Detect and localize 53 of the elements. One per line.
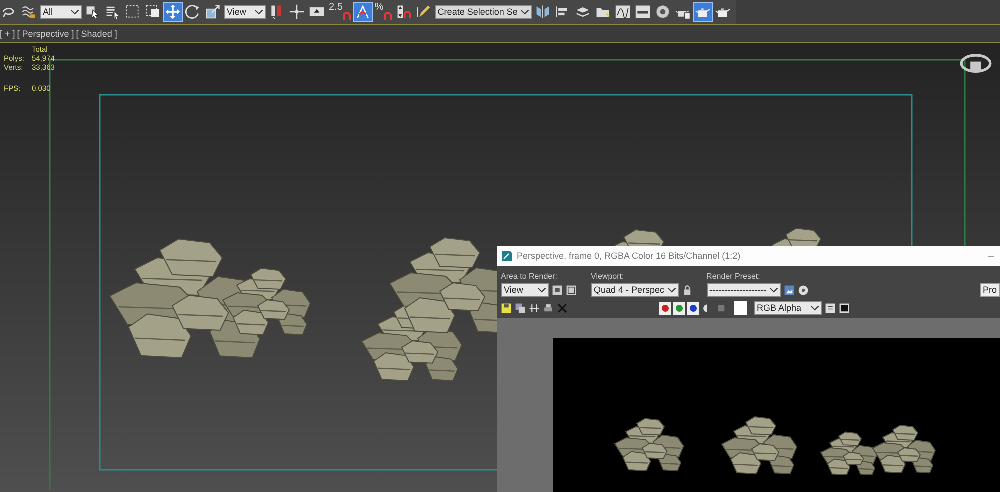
snap-toggle[interactable]: 2.5 [328,2,352,22]
copy-icon[interactable] [515,302,526,314]
curve-icon[interactable] [614,3,632,21]
display-dropdown[interactable]: RGB Alpha [754,301,822,315]
field-label: Area to Render: [501,272,558,281]
selection-set-dropdown[interactable]: Create Selection Se [434,5,532,19]
field-label: Render Preset: [706,272,762,281]
channel-toggle[interactable] [673,302,685,314]
viewport-menu-label[interactable]: [ Perspective ] [17,28,74,38]
viewport-menu-label[interactable]: [ Shaded ] [76,28,118,38]
rotate-icon[interactable] [184,3,202,21]
window-icon[interactable] [634,3,652,21]
lock-icon[interactable] [682,284,693,296]
save-icon[interactable] [501,302,512,314]
magnet-icon [342,12,351,20]
gear-icon[interactable] [654,3,672,21]
viewport-menu-label[interactable]: [ + ] [0,28,16,38]
caret-icon [255,10,263,14]
channel-toggle[interactable] [659,302,671,314]
viewport-dropdown[interactable]: Quad 4 - Perspec [591,283,679,297]
caret-icon [811,306,819,310]
edit-region-icon[interactable] [552,284,563,296]
area-dropdown[interactable]: View [501,283,549,297]
selection-dropdown[interactable]: View [224,5,266,19]
teapot-icon[interactable] [694,3,712,21]
angle-snap-icon[interactable] [354,3,372,21]
image-icon[interactable] [784,284,794,296]
print-icon[interactable] [543,302,554,314]
caret-icon [538,288,546,292]
plus-icon[interactable] [529,302,540,314]
magnet-icon [384,12,392,20]
window-title: Perspective, frame 0, RGBA Color 16 Bits/Channel (1:2) [517,251,741,261]
auto-region-icon[interactable] [566,284,577,296]
dashed-square-icon[interactable] [124,3,142,21]
color-swatch[interactable] [734,301,747,315]
selection-dropdown[interactable]: All [40,5,82,19]
channel-toggle[interactable] [687,302,699,314]
minimize-button[interactable]: – [986,250,996,262]
caret-icon [520,10,529,14]
crosshair-icon[interactable] [288,3,306,21]
document-icon[interactable] [825,302,836,314]
preset-dropdown[interactable]: ------------------- [706,283,780,297]
field-label: Viewport: [591,272,626,281]
monitor-icon[interactable] [839,302,850,314]
caret-icon [71,10,79,14]
snap-toggle[interactable]: % [374,2,393,22]
app-icon [501,250,513,262]
production-button[interactable]: Pro [980,283,1000,297]
move-icon[interactable] [164,3,182,21]
caret-icon [668,288,676,292]
disc-icon[interactable] [798,284,808,296]
scale-icon[interactable] [204,3,222,21]
caret-icon [770,288,778,292]
